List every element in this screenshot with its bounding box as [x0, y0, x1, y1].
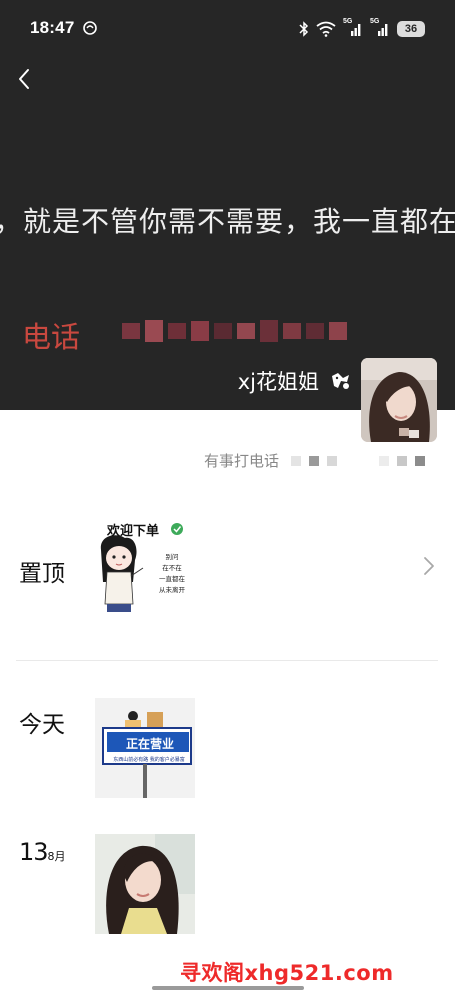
status-icons: 5G 5G 36 — [299, 18, 425, 38]
signature: 有事打电话 — [204, 452, 280, 470]
pinned-moment-row[interactable]: 置顶 欢迎下单 别问 在不在 一直都在 从未离开 — [0, 512, 455, 622]
sticker-title: 欢迎下单 — [107, 524, 160, 539]
bluetooth-icon — [299, 21, 309, 37]
date-month: 8月 — [47, 850, 66, 863]
divider — [16, 660, 438, 661]
pixelated-phone-number-small — [291, 455, 426, 466]
signature-row: 有事打电话 — [204, 450, 426, 471]
battery-indicator: 36 — [397, 21, 425, 37]
notification-app-icon — [83, 21, 97, 35]
chevron-right-icon[interactable] — [422, 554, 436, 578]
avatar-photo — [361, 358, 437, 442]
status-sticker-icon — [332, 373, 349, 389]
sign-title: 正在营业 — [125, 737, 174, 751]
cover-quote-text: ，就是不管你需不需要，我一直都在 — [0, 205, 455, 238]
nickname: xj花姐姐 — [237, 370, 319, 394]
date-day: 13 — [19, 838, 49, 866]
today-moment-image[interactable]: 正在营业 东西山前必有路 我的客户必暴富 — [95, 698, 195, 798]
today-label: 今天 — [19, 712, 65, 738]
cellular-signal-icon-2: 5G — [370, 18, 390, 37]
status-time: 18:47 — [30, 18, 75, 37]
profile-cover[interactable]: 18:47 5G 5G 36 ，就是不管你需不需要，我一直都在 电话 xj花姐姐 — [0, 0, 455, 410]
august-moment-image[interactable] — [95, 834, 195, 934]
sticker-line: 在不在 — [162, 564, 182, 572]
status-bar: 18:47 5G 5G 36 — [0, 0, 455, 58]
selfie-photo — [95, 834, 195, 934]
back-button[interactable] — [12, 64, 36, 94]
avatar[interactable] — [361, 358, 437, 442]
sticker-caption: 别问 在不在 一直都在 从未离开 — [151, 552, 193, 596]
cellular-signal-icon-1: 5G — [343, 18, 363, 37]
nickname-row: xj花姐姐 — [238, 366, 353, 396]
sticker-line: 一直都在 — [159, 575, 185, 583]
pinned-label: 置顶 — [19, 561, 65, 587]
pixelated-phone-number — [122, 311, 357, 351]
watermark: 寻欢阁xhg521.com — [180, 961, 394, 985]
cover-phone-label: 电话 — [22, 320, 81, 354]
chevron-left-icon — [19, 69, 29, 89]
sign-subtitle: 东西山前必有路 我的客户必暴富 — [113, 757, 185, 763]
sticker-line: 别问 — [165, 553, 179, 561]
pinned-moment-image[interactable]: 欢迎下单 别问 在不在 一直都在 从未离开 — [95, 512, 195, 612]
wifi-icon — [316, 21, 336, 37]
date-label: 138月 — [19, 838, 66, 866]
sticker-line: 从未离开 — [159, 586, 185, 594]
